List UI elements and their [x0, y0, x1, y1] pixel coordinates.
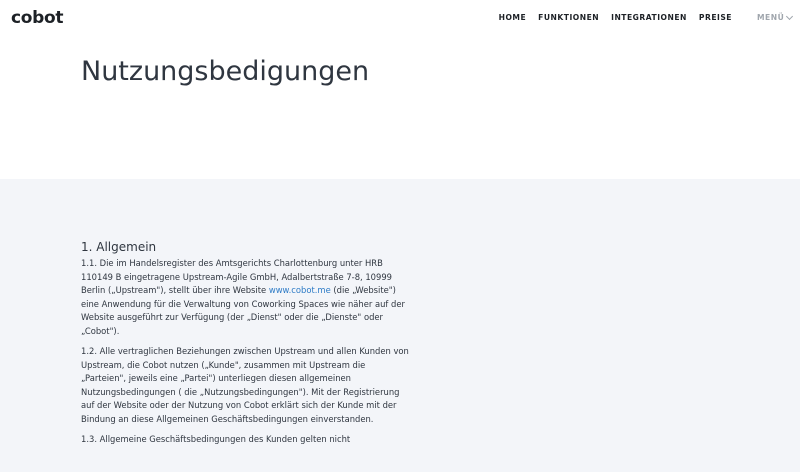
paragraph-1-2: 1.2. Alle vertraglichen Beziehungen zwis… [81, 346, 409, 424]
nav-integrationen[interactable]: INTEGRATIONEN [611, 13, 687, 23]
terms-content: 1. Allgemein 1.1. Die im Handelsregister… [0, 179, 800, 472]
paragraph-1-3: 1.3. Allgemeine Geschäftsbedingungen des… [81, 434, 351, 444]
terms-article: 1. Allgemein 1.1. Die im Handelsregister… [81, 239, 411, 454]
page-title: Nutzungsbedigungen [81, 56, 370, 87]
navbar: cobot HOME FUNKTIONEN INTEGRATIONEN PREI… [0, 0, 800, 36]
nav-funktionen[interactable]: FUNKTIONEN [538, 13, 599, 23]
website-link[interactable]: www.cobot.me [269, 285, 331, 295]
cobot-logo[interactable]: cobot [11, 8, 64, 28]
paragraph-1-1: 1.1. Die im Handelsregister des Amtsgeri… [81, 257, 411, 338]
nav-menu-dropdown[interactable]: MENÜ [757, 12, 794, 23]
section-heading-allgemein: 1. Allgemein [81, 240, 157, 254]
nav-home[interactable]: HOME [499, 13, 527, 23]
nav-preise[interactable]: PREISE [699, 13, 732, 23]
chevron-down-icon [786, 12, 794, 21]
main-nav: HOME FUNKTIONEN INTEGRATIONEN PREISE [499, 13, 732, 23]
nav-menu-label: MENÜ [757, 13, 785, 22]
